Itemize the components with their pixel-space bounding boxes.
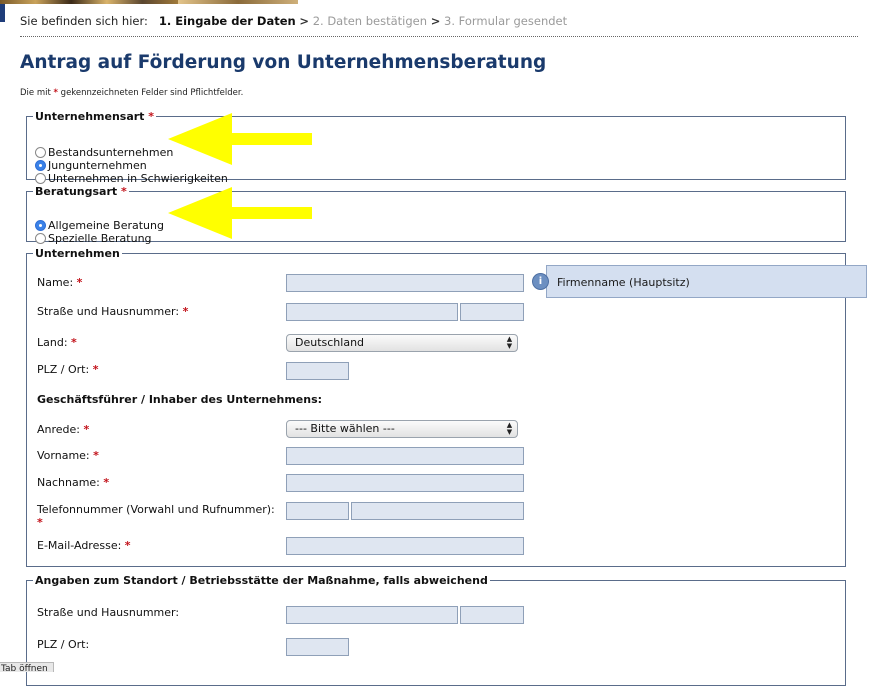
anrede-label: Anrede: *: [37, 423, 89, 436]
required-star: *: [182, 305, 189, 318]
unternehmen-legend: Unternehmen: [35, 247, 120, 260]
breadcrumb-divider: [20, 36, 858, 37]
land-select[interactable]: Deutschland ▲ ▼: [286, 334, 518, 352]
radio-button-selected[interactable]: [35, 220, 46, 231]
required-fields-note: Die mit * gekennzeichneten Felder sind P…: [20, 88, 243, 98]
standort-hausnummer-input[interactable]: [460, 606, 524, 624]
required-star: *: [103, 476, 110, 489]
select-value: Deutschland: [295, 336, 365, 349]
label-text: Vorname:: [37, 449, 90, 462]
radio-button[interactable]: [35, 173, 46, 184]
standort-fieldset: Angaben zum Standort / Betriebsstätte de…: [26, 574, 846, 686]
required-star: *: [53, 88, 58, 98]
legend-text: Unternehmensart: [35, 110, 145, 123]
breadcrumb-step-1: 1. Eingabe der Daten: [158, 14, 296, 28]
nachname-label: Nachname: *: [37, 476, 109, 489]
vorname-input[interactable]: [286, 447, 524, 465]
breadcrumb: Sie befinden sich hier: 1. Eingabe der D…: [20, 14, 567, 28]
info-bubble-icon: i: [533, 274, 548, 289]
name-input[interactable]: [286, 274, 524, 292]
header-banner-strip: [0, 0, 882, 4]
required-star: *: [93, 449, 99, 462]
hausnummer-input[interactable]: [460, 303, 524, 321]
select-arrows-icon: ▲ ▼: [506, 335, 513, 350]
yellow-arrow-icon: [168, 113, 312, 165]
label-text: Anrede:: [37, 423, 81, 436]
breadcrumb-step-2: 2. Daten bestätigen: [312, 14, 428, 28]
header-image: [0, 0, 178, 4]
nachname-input[interactable]: [286, 474, 524, 492]
radio-label: Jungunternehmen: [48, 159, 147, 172]
name-label: Name: *: [37, 276, 82, 289]
select-arrows-icon: ▲ ▼: [506, 421, 513, 436]
required-star: *: [37, 516, 43, 529]
label-text: Straße und Hausnummer:: [37, 305, 180, 318]
breadcrumb-prefix: Sie befinden sich hier:: [20, 14, 148, 28]
required-star: *: [124, 539, 131, 552]
required-star: *: [120, 185, 127, 198]
standort-strasse-input[interactable]: [286, 606, 458, 624]
radio-unternehmen-in-schwierigkeiten[interactable]: Unternehmen in Schwierigkeiten: [35, 172, 228, 185]
accent-bar: [0, 4, 5, 22]
required-star: *: [92, 363, 99, 376]
label-text: Nachname:: [37, 476, 100, 489]
label-text: PLZ / Ort:: [37, 363, 90, 376]
telefon-label: Telefonnummer (Vorwahl und Rufnummer): *: [37, 503, 275, 529]
anrede-select[interactable]: --- Bitte wählen --- ▲ ▼: [286, 420, 518, 438]
standort-legend: Angaben zum Standort / Betriebsstätte de…: [35, 574, 488, 587]
required-star: *: [148, 110, 155, 123]
breadcrumb-step-3: 3. Formular gesendet: [444, 14, 568, 28]
rufnummer-input[interactable]: [351, 502, 524, 520]
unternehmensart-fieldset: Unternehmensart * Bestandsunternehmen Ju…: [26, 110, 846, 185]
unternehmensart-legend: Unternehmensart *: [33, 110, 156, 123]
radio-bestandsunternehmen[interactable]: Bestandsunternehmen: [35, 146, 173, 159]
beratungsart-legend: Beratungsart *: [33, 185, 129, 198]
geschaeftsfuehrer-heading: Geschäftsführer / Inhaber des Unternehme…: [37, 393, 323, 406]
radio-button-selected[interactable]: [35, 160, 46, 171]
beratungsart-fieldset: Beratungsart * Allgemeine Beratung Spezi…: [26, 185, 846, 245]
label-text: E-Mail-Adresse:: [37, 539, 122, 552]
vorname-label: Vorname: *: [37, 449, 99, 462]
page-title: Antrag auf Förderung von Unternehmensber…: [20, 52, 547, 73]
email-label: E-Mail-Adresse: *: [37, 539, 131, 552]
standort-strasse-label: Straße und Hausnummer:: [37, 606, 180, 619]
legend-text: Beratungsart: [35, 185, 118, 198]
email-input[interactable]: [286, 537, 524, 555]
strasse-label: Straße und Hausnummer: *: [37, 305, 188, 318]
plz-input[interactable]: [286, 362, 349, 380]
select-value: --- Bitte wählen ---: [295, 422, 395, 435]
vorwahl-input[interactable]: [286, 502, 349, 520]
radio-allgemeine-beratung[interactable]: Allgemeine Beratung: [35, 219, 164, 232]
plz-ort-label: PLZ / Ort: *: [37, 363, 98, 376]
radio-label: Unternehmen in Schwierigkeiten: [48, 172, 228, 185]
radio-button[interactable]: [35, 233, 46, 244]
breadcrumb-separator: >: [430, 14, 441, 28]
radio-spezielle-beratung[interactable]: Spezielle Beratung: [35, 232, 152, 245]
radio-button[interactable]: [35, 147, 46, 158]
required-note-text: gekennzeichneten Felder sind Pflichtfeld…: [60, 88, 244, 98]
land-label: Land: *: [37, 336, 77, 349]
required-star: *: [76, 276, 83, 289]
breadcrumb-separator: >: [299, 14, 310, 28]
label-text: Telefonnummer (Vorwahl und Rufnummer):: [37, 503, 275, 516]
standort-plz-input[interactable]: [286, 638, 349, 656]
radio-label: Allgemeine Beratung: [48, 219, 164, 232]
label-text: Name:: [37, 276, 74, 289]
radio-label: Spezielle Beratung: [48, 232, 152, 245]
standort-plz-ort-label: PLZ / Ort:: [37, 638, 90, 651]
radio-label: Bestandsunternehmen: [48, 146, 174, 159]
header-image-2: [178, 0, 298, 4]
field-tooltip: Firmenname (Hauptsitz): [546, 265, 867, 298]
required-star: *: [83, 423, 90, 436]
label-text: Land:: [37, 336, 68, 349]
yellow-arrow-icon: [168, 187, 312, 239]
required-star: *: [71, 336, 77, 349]
strasse-input[interactable]: [286, 303, 458, 321]
required-note-text: Die mit: [20, 88, 51, 98]
radio-jungunternehmen[interactable]: Jungunternehmen: [35, 159, 147, 172]
tooltip-text: Firmenname (Hauptsitz): [557, 276, 690, 289]
